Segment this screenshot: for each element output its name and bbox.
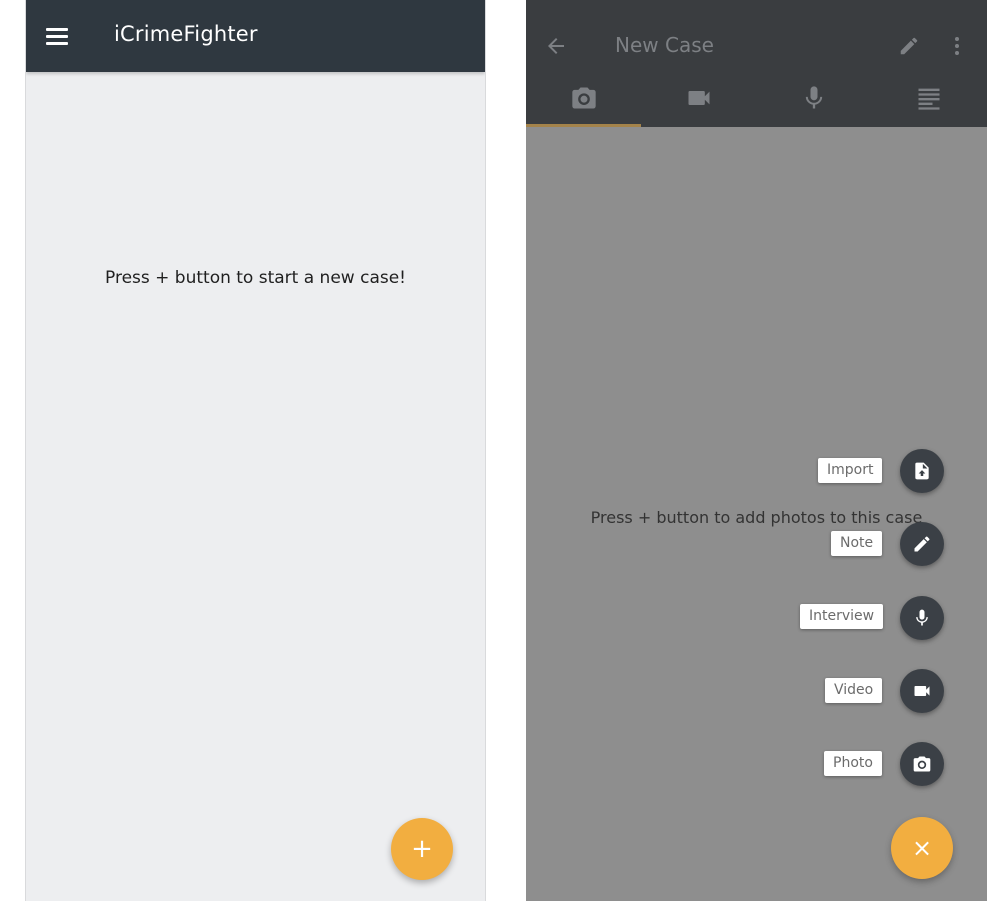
app-title: iCrimeFighter [114, 22, 258, 46]
import-file-icon [915, 462, 929, 480]
speed-dial-label-note[interactable]: Note [831, 531, 883, 556]
microphone-icon [916, 609, 928, 626]
import-button[interactable] [900, 449, 944, 493]
speed-dial-label-photo[interactable]: Photo [824, 751, 882, 776]
speed-dial-label-import[interactable]: Import [818, 458, 883, 483]
case-list-screen: iCrimeFighter Press + button to start a … [25, 0, 486, 901]
empty-state-message: Press + button to start a new case! [105, 268, 406, 288]
tab-videos[interactable] [641, 72, 756, 127]
edit-pencil-icon[interactable] [898, 35, 920, 57]
case-title: New Case [615, 33, 714, 57]
menu-icon[interactable] [46, 28, 68, 45]
speed-dial-label-video[interactable]: Video [825, 678, 883, 703]
photo-button[interactable] [900, 742, 944, 786]
speed-dial-label-interview[interactable]: Interview [800, 604, 884, 629]
pencil-icon [914, 536, 930, 552]
tab-photos[interactable] [526, 72, 641, 127]
camera-icon [913, 756, 931, 772]
more-vert-icon[interactable] [950, 34, 964, 58]
case-app-bar: New Case [526, 0, 987, 127]
tab-interviews[interactable] [756, 72, 871, 127]
video-camera-icon [688, 91, 710, 105]
back-arrow-icon[interactable] [544, 34, 568, 58]
app-bar: iCrimeFighter [26, 0, 485, 72]
video-camera-icon [914, 686, 930, 696]
new-case-screen: New Case Press + button to add photos to… [526, 0, 987, 901]
selected-tab-indicator [526, 124, 641, 127]
notes-icon [918, 88, 940, 110]
video-button[interactable] [900, 669, 944, 713]
interview-button[interactable] [900, 596, 944, 640]
new-case-button[interactable]: + [391, 818, 453, 880]
microphone-icon [805, 86, 823, 109]
camera-icon [572, 87, 596, 109]
note-button[interactable] [900, 522, 944, 566]
tab-notes[interactable] [871, 72, 986, 127]
close-speed-dial-button[interactable]: × [891, 817, 953, 879]
